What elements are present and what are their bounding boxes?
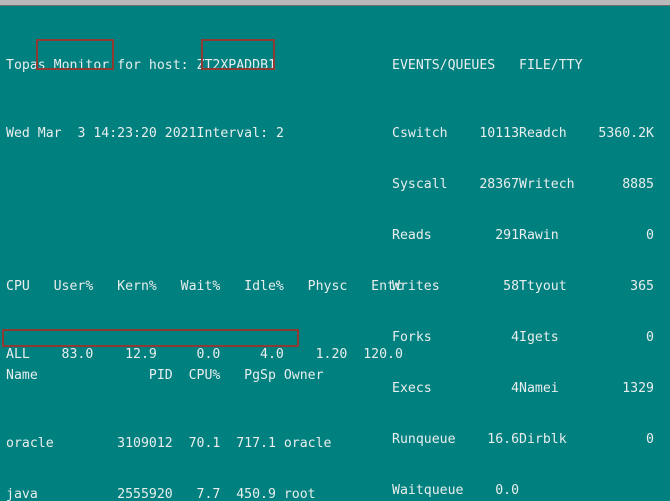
ft-value: 8885 xyxy=(622,177,654,192)
eq-label: Execs xyxy=(392,381,432,396)
ft-value: 0 xyxy=(646,432,654,447)
right-title-row: EVENTS/QUEUES FILE/TTY xyxy=(392,57,654,74)
header-datetime: Wed Mar 3 14:23:20 2021 xyxy=(6,126,197,141)
cpu-col-user: User% xyxy=(53,279,94,294)
process-name: oracle xyxy=(6,436,54,451)
topas-right-pane: EVENTS/QUEUES FILE/TTY Cswitch 10113Readch… xyxy=(392,6,654,501)
eq-value: 4 xyxy=(511,381,520,396)
ft-label: Ttyout xyxy=(519,279,567,294)
right-stat-row: Syscall 28367Writech 8885 xyxy=(392,176,654,193)
process-cpu: 70.1 xyxy=(188,436,221,451)
spacer-cell xyxy=(276,486,284,501)
ft-label: Dirblk xyxy=(519,432,567,447)
cpu-col-idle: Idle% xyxy=(244,279,284,294)
ft-value: 1329 xyxy=(622,381,654,396)
eq-label: Reads xyxy=(392,228,432,243)
eq-value: 0.0 xyxy=(495,483,520,498)
terminal-screen: Topas Monitor for host: ZT2XPADDB1 Wed Ma… xyxy=(0,0,670,501)
cpu-col-physc: Physc xyxy=(307,279,348,294)
process-cpu: 7.7 xyxy=(196,487,221,501)
ft-label: Writech xyxy=(519,177,575,192)
cpu-header-row: CPU User% Kern% Wait% Idle% Physc Entc xyxy=(6,278,403,295)
process-col-owner: Owner xyxy=(283,368,324,383)
header-hostname: ZT2XPADDB1 xyxy=(196,58,276,73)
process-col-pgsp: PgSp xyxy=(244,368,276,383)
process-pgsp: 450.9 xyxy=(236,487,276,501)
ft-label: Readch xyxy=(519,126,567,141)
process-col-pid: PID xyxy=(148,368,173,383)
eq-label: Waitqueue xyxy=(392,483,464,498)
process-table: Name PID CPU% PgSp Owner oracle 3109012 70.1 7… xyxy=(6,316,331,501)
eq-value: 28367 xyxy=(479,177,520,192)
eq-value: 4 xyxy=(511,330,520,345)
table-row[interactable]: oracle 3109012 70.1 717.1 oracle xyxy=(6,435,331,452)
cpu-section-label: CPU xyxy=(6,279,30,294)
eq-label: Syscall xyxy=(392,177,448,192)
process-pid: 3109012 xyxy=(117,436,173,451)
process-col-name: Name xyxy=(6,368,38,383)
right-stat-row: Reads 291Rawin 0 xyxy=(392,227,654,244)
ft-value: 0 xyxy=(646,330,654,345)
right-stat-row: Waitqueue 0.0 xyxy=(392,482,654,499)
ft-label: Rawin xyxy=(519,228,559,243)
process-owner: oracle xyxy=(283,436,332,451)
header-date-line: Wed Mar 3 14:23:20 2021Interval: 2 xyxy=(6,125,403,142)
header-host-line: Topas Monitor for host: ZT2XPADDB1 xyxy=(6,57,403,74)
ft-value: 0 xyxy=(646,228,654,243)
eq-value: 58 xyxy=(503,279,520,294)
eq-value: 10113 xyxy=(479,126,520,141)
ft-label: Namei xyxy=(519,381,559,396)
header-interval-value: 2 xyxy=(275,126,284,141)
header-interval-label: Interval: xyxy=(196,126,269,141)
right-stat-row: Execs 4Namei 1329 xyxy=(392,380,654,397)
process-owner: root xyxy=(283,487,316,501)
eq-label: Cswitch xyxy=(392,126,448,141)
spacer-1 xyxy=(6,193,403,210)
table-row[interactable]: java 2555920 7.7 450.9 root xyxy=(6,486,331,501)
file-tty-title: FILE/TTY xyxy=(519,58,583,73)
right-stat-row: Runqueue 16.6Dirblk 0 xyxy=(392,431,654,448)
eq-value: 16.6 xyxy=(487,432,520,447)
right-stat-row: Writes 58Ttyout 365 xyxy=(392,278,654,295)
ft-value: 5360.2K xyxy=(598,126,654,141)
spacer-cell xyxy=(276,367,284,384)
ft-label: Igets xyxy=(519,330,559,345)
process-pgsp: 717.1 xyxy=(236,436,276,451)
eq-label: Runqueue xyxy=(392,432,456,447)
right-stat-row: Forks 4Igets 0 xyxy=(392,329,654,346)
eq-value: 291 xyxy=(495,228,520,243)
eq-label: Writes xyxy=(392,279,440,294)
ft-value: 365 xyxy=(630,279,654,294)
process-name: java xyxy=(6,487,38,501)
process-pid: 2555920 xyxy=(117,487,173,501)
spacer-cell xyxy=(276,435,284,452)
cpu-col-kern: Kern% xyxy=(117,279,157,294)
cpu-col-wait: Wait% xyxy=(180,279,221,294)
events-queues-title: EVENTS/QUEUES xyxy=(392,58,496,73)
process-header-row: Name PID CPU% PgSp Owner xyxy=(6,367,331,384)
header-host-label: Topas Monitor for host: xyxy=(6,58,189,73)
right-stat-row: Cswitch 10113Readch 5360.2K xyxy=(392,125,654,142)
process-col-cpu: CPU% xyxy=(188,368,221,383)
eq-label: Forks xyxy=(392,330,432,345)
